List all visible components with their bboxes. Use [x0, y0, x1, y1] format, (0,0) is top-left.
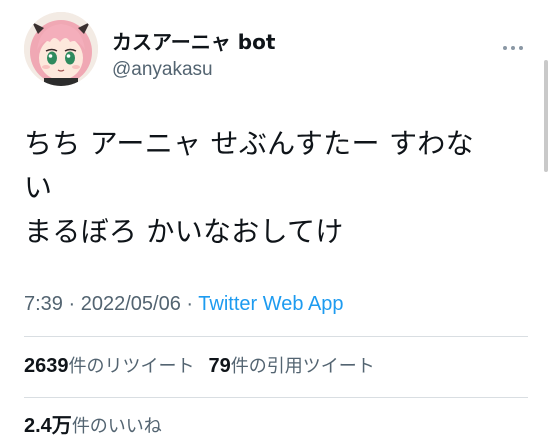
tweet-metadata: 7:39 · 2022/05/06 · Twitter Web App [24, 290, 344, 318]
engagement-stats-row: 2639件のリツイート 79件の引用ツイート [24, 352, 375, 381]
quotes-label: 件の引用ツイート [230, 356, 375, 377]
tweet-header: カスアーニャ bot @anyakasu [24, 12, 524, 92]
more-options-icon[interactable] [500, 40, 526, 56]
quotes-count: 79 [208, 355, 231, 377]
meta-separator: · [186, 293, 194, 315]
retweets-stat[interactable]: 2639件のリツイート [24, 355, 195, 377]
retweets-count: 2639 [24, 355, 69, 377]
divider [24, 397, 528, 398]
tweet-source-link[interactable]: Twitter Web App [198, 293, 343, 315]
tweet-time[interactable]: 7:39 [24, 293, 63, 315]
user-handle[interactable]: @anyakasu [112, 58, 275, 82]
anime-girl-avatar-icon [24, 12, 98, 86]
avatar[interactable] [24, 12, 98, 86]
scrollbar[interactable] [544, 60, 548, 172]
likes-stat[interactable]: 2.4万件のいいね [24, 415, 162, 437]
account-names: カスアーニャ bot @anyakasu [112, 30, 275, 82]
tweet-date[interactable]: 2022/05/06 [81, 293, 181, 315]
tweet-text-line: ちち アーニャ せぶんすたー すわな [24, 127, 474, 160]
meta-separator: · [68, 293, 76, 315]
display-name[interactable]: カスアーニャ bot [112, 30, 275, 54]
tweet-text: ちち アーニャ せぶんすたー すわな い まるぼろ かいなおしてけ [24, 122, 514, 254]
quotes-stat[interactable]: 79件の引用ツイート [208, 355, 375, 377]
tweet-card: カスアーニャ bot @anyakasu ちち アーニャ せぶんすたー すわな … [0, 0, 550, 446]
divider [24, 336, 528, 337]
tweet-text-line: い [24, 171, 53, 204]
likes-label: 件のいいね [71, 416, 162, 437]
tweet-text-line: まるぼろ かいなおしてけ [24, 215, 344, 248]
likes-stats-row: 2.4万件のいいね [24, 412, 162, 441]
likes-count: 2.4万 [24, 415, 72, 437]
retweets-label: 件のリツイート [68, 356, 195, 377]
